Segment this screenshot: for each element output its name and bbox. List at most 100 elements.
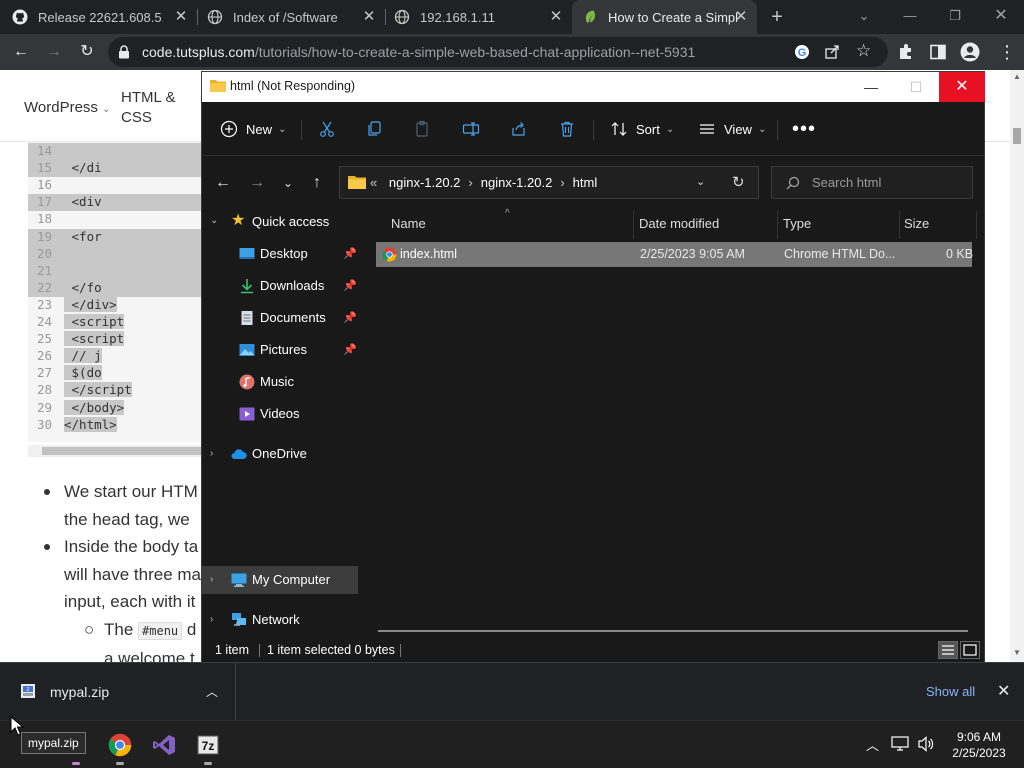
show-hidden-icons-chevron-icon[interactable]: ︿ [866, 735, 879, 754]
share-icon[interactable] [824, 44, 840, 60]
line-number: 17 [36, 194, 52, 210]
taskbar-app-7zip[interactable]: 7z [192, 729, 224, 765]
view-button[interactable]: View ⌄ [698, 116, 766, 142]
speaker-icon[interactable] [917, 736, 935, 752]
system-clock[interactable]: 9:06 AM 2/25/2023 [944, 729, 1014, 761]
column-divider[interactable] [777, 211, 778, 239]
download-item[interactable]: z mypal.zip ︿ [0, 663, 236, 721]
kebab-menu-icon[interactable]: ⋮ [996, 41, 1018, 63]
new-button[interactable]: New ⌄ [220, 116, 286, 142]
close-window-icon[interactable]: ✕ [989, 6, 1013, 26]
sort-button[interactable]: Sort ⌄ [610, 116, 674, 142]
cut-button[interactable] [318, 116, 336, 142]
close-icon[interactable]: ✕ [733, 9, 749, 25]
address-bar[interactable]: code.tutsplus.com/tutorials/how-to-creat… [108, 37, 888, 67]
line-number: 23 [36, 296, 52, 312]
minimize-icon[interactable]: — [898, 6, 922, 26]
nav-documents[interactable]: Documents 📌 [202, 304, 358, 332]
column-header-name[interactable]: Name [391, 216, 426, 231]
address-dropdown-icon[interactable]: ⌄ [696, 175, 705, 188]
scroll-up-arrow-icon[interactable]: ▲ [1013, 72, 1021, 81]
expand-chevron-icon[interactable]: › [210, 614, 213, 625]
column-header-size[interactable]: Size [904, 216, 929, 231]
taskbar-app-chrome[interactable] [104, 729, 136, 765]
close-icon[interactable]: ✕ [173, 9, 189, 25]
maximize-button[interactable]: ☐ [893, 72, 939, 102]
profile-avatar-icon[interactable] [960, 42, 980, 62]
side-panel-icon[interactable] [930, 44, 946, 60]
tab-index-of-software[interactable]: Index of /Software ✕ [207, 0, 385, 34]
status-divider [259, 644, 260, 657]
tab-search-icon[interactable]: ⌄ [852, 6, 876, 26]
up-folder-icon[interactable]: ↑ [306, 172, 328, 194]
scrollbar-thumb[interactable] [1013, 128, 1021, 144]
code-horizontal-scrollbar[interactable] [28, 445, 208, 457]
reload-icon[interactable]: ↻ [76, 41, 98, 63]
table-row[interactable]: index.html 2/25/2023 9:05 AM Chrome HTML… [376, 242, 973, 267]
share-button[interactable] [510, 116, 528, 142]
rename-button[interactable] [462, 116, 480, 142]
back-icon[interactable]: ← [212, 172, 234, 194]
horizontal-scrollbar[interactable] [378, 630, 968, 632]
chevron-right-icon[interactable]: › [460, 175, 480, 190]
breadcrumb-item[interactable]: nginx-1.20.2 [381, 175, 461, 190]
paste-button[interactable] [414, 116, 432, 142]
scroll-down-arrow-icon[interactable]: ▼ [1013, 648, 1021, 657]
copy-button[interactable] [366, 116, 384, 142]
extensions-icon[interactable] [897, 43, 915, 61]
column-header-date[interactable]: Date modified [639, 216, 719, 231]
nav-quick-access[interactable]: ⌄ ★ Quick access [202, 208, 358, 236]
nav-network[interactable]: › Network [202, 606, 358, 634]
close-icon[interactable]: ✕ [548, 9, 564, 25]
forward-icon[interactable]: → [43, 41, 65, 63]
column-header-type[interactable]: Type [783, 216, 811, 231]
tab-release[interactable]: Release 22621.608.51.6 ✕ [12, 0, 197, 34]
chevron-right-icon[interactable]: › [552, 175, 572, 190]
column-divider[interactable] [633, 211, 634, 239]
nav-music[interactable]: Music [202, 368, 358, 396]
close-icon[interactable]: ✕ [997, 681, 1010, 701]
nav-wordpress[interactable]: WordPress ⌄ [24, 98, 110, 120]
close-button[interactable]: ✕ [939, 72, 985, 102]
close-icon[interactable]: ✕ [361, 9, 377, 25]
restore-icon[interactable]: ❐ [943, 6, 967, 26]
overflow-chevrons-icon[interactable]: « [370, 175, 377, 190]
google-icon[interactable]: G [794, 44, 810, 60]
column-divider[interactable] [899, 211, 900, 239]
nav-downloads[interactable]: Downloads 📌 [202, 272, 358, 300]
expand-chevron-icon[interactable]: › [210, 574, 213, 585]
large-icons-view-icon[interactable] [960, 641, 980, 659]
explorer-titlebar[interactable]: html (Not Responding) — ☐ ✕ [202, 72, 985, 102]
nav-desktop[interactable]: Desktop 📌 [202, 240, 358, 268]
tab-192-168-1-11[interactable]: 192.168.1.11 ✕ [394, 0, 572, 34]
chevron-up-icon[interactable]: ︿ [206, 683, 218, 700]
nav-videos[interactable]: Videos [202, 400, 358, 428]
refresh-icon[interactable]: ↻ [732, 173, 745, 191]
breadcrumb-item[interactable]: html [573, 175, 598, 190]
back-icon[interactable]: ← [10, 41, 32, 63]
more-options-icon[interactable]: ••• [792, 116, 816, 142]
forward-icon[interactable]: → [246, 172, 268, 194]
explorer-address-bar[interactable]: « nginx-1.20.2 › nginx-1.20.2 › html ⌄ ↻ [339, 166, 759, 199]
nav-pictures[interactable]: Pictures 📌 [202, 336, 358, 364]
page-scrollbar[interactable]: ▲ ▼ [1010, 70, 1024, 662]
details-view-icon[interactable] [938, 641, 958, 659]
nav-html-css[interactable]: HTML & CSS [121, 88, 175, 128]
minimize-button[interactable]: — [848, 72, 894, 102]
bookmark-star-icon[interactable]: ☆ [856, 41, 871, 61]
network-monitor-icon[interactable] [891, 736, 909, 752]
column-divider[interactable] [976, 211, 977, 239]
nav-onedrive[interactable]: › OneDrive [202, 440, 358, 468]
tab-tutsplus-active[interactable]: How to Create a Simple ✕ [572, 0, 757, 34]
scrollbar-thumb[interactable] [42, 447, 208, 455]
nav-my-computer[interactable]: › My Computer [202, 566, 358, 594]
taskbar-app-visual-studio[interactable] [148, 729, 180, 761]
search-input[interactable]: Search html [771, 166, 973, 199]
expand-chevron-icon[interactable]: ⌄ [210, 215, 218, 226]
recent-locations-chevron-icon[interactable]: ⌄ [277, 172, 299, 194]
breadcrumb-item[interactable]: nginx-1.20.2 [481, 175, 553, 190]
expand-chevron-icon[interactable]: › [210, 448, 213, 459]
new-tab-button[interactable]: + [766, 6, 788, 28]
show-all-link[interactable]: Show all [926, 684, 975, 699]
delete-button[interactable] [558, 116, 576, 142]
